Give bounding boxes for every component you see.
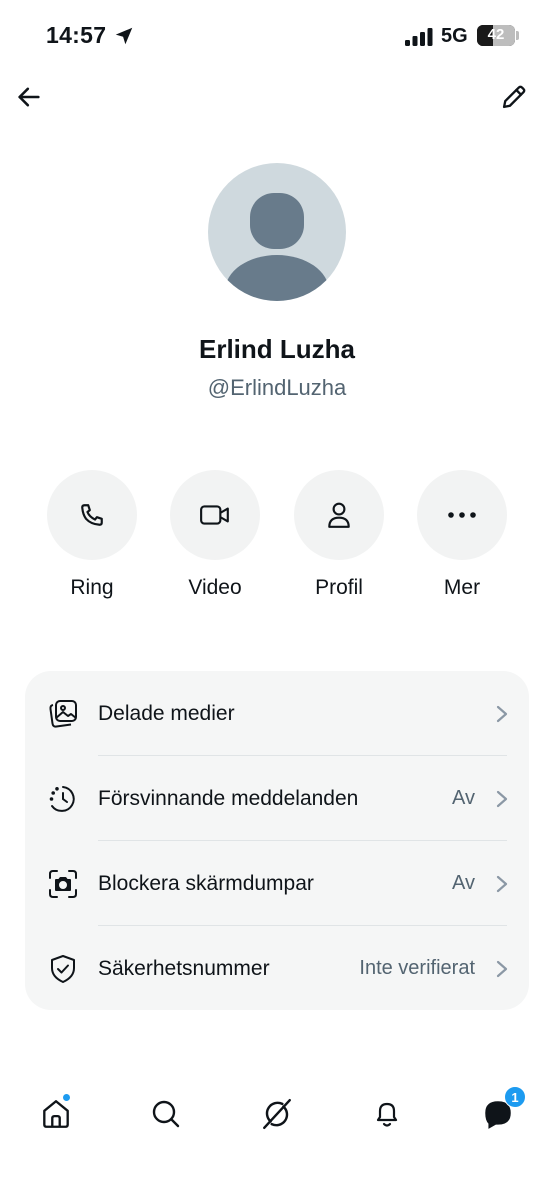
profile-handle: @ErlindLuzha — [207, 375, 347, 400]
settings-label-block-screenshots: Blockera skärmdumpar — [98, 872, 314, 895]
avatar[interactable] — [208, 163, 346, 301]
home-icon — [43, 1100, 69, 1128]
arrow-left-icon — [18, 87, 40, 107]
action-label-profile: Profil — [315, 576, 363, 599]
more-button[interactable] — [417, 470, 507, 560]
more-dots-icon — [448, 512, 476, 518]
settings-value-disappearing-messages: Av — [452, 787, 475, 809]
action-call[interactable]: Ring — [47, 470, 137, 599]
grok-icon — [263, 1098, 291, 1130]
location-arrow-icon — [115, 27, 133, 45]
battery-level-text: 42 — [487, 26, 505, 43]
back-button[interactable] — [12, 80, 46, 114]
status-time: 14:57 — [46, 22, 107, 48]
settings-label-disappearing-messages: Försvinnande meddelanden — [98, 787, 359, 810]
disappearing-timer-icon — [49, 786, 75, 812]
action-more[interactable]: Mer — [417, 470, 507, 599]
battery-indicator: 42 — [477, 25, 515, 46]
signal-bars-icon — [405, 28, 433, 46]
settings-value-safety-number: Inte verifierat — [359, 957, 475, 979]
bottom-tab-bar: 1 — [0, 1080, 554, 1150]
messages-badge: 1 — [504, 1086, 526, 1108]
video-button[interactable] — [170, 470, 260, 560]
settings-label-shared-media: Delade medier — [98, 702, 235, 725]
chevron-right-icon — [496, 790, 508, 808]
home-notification-dot — [62, 1093, 71, 1102]
call-button[interactable] — [47, 470, 137, 560]
bell-icon — [376, 1102, 398, 1127]
screenshot-camera-icon — [49, 870, 77, 898]
profile-button[interactable] — [294, 470, 384, 560]
action-label-call: Ring — [70, 576, 114, 599]
search-icon — [152, 1100, 180, 1128]
profile-name: Erlind Luzha — [199, 334, 355, 364]
action-label-video: Video — [188, 576, 242, 599]
action-video[interactable]: Video — [170, 470, 260, 599]
chevron-right-icon — [496, 875, 508, 893]
settings-row-safety-number[interactable]: Säkerhetsnummer Inte verifierat — [25, 926, 529, 1011]
edit-button[interactable] — [497, 80, 531, 114]
settings-row-block-screenshots[interactable]: Blockera skärmdumpar Av — [25, 841, 529, 926]
settings-row-disappearing-messages[interactable]: Försvinnande meddelanden Av — [25, 756, 529, 841]
tab-grok[interactable] — [257, 1094, 297, 1134]
tab-notifications[interactable] — [367, 1094, 407, 1134]
person-icon — [328, 502, 350, 528]
shared-media-icon — [49, 700, 77, 728]
status-bar: 14:57 5G 42 — [0, 0, 554, 74]
network-type: 5G — [441, 25, 468, 47]
video-camera-icon — [200, 505, 229, 525]
pencil-icon — [502, 85, 526, 109]
tab-home[interactable] — [36, 1093, 76, 1134]
default-avatar-icon — [225, 193, 329, 301]
chevron-right-icon — [496, 705, 508, 723]
conversation-settings-card: Delade medier Försvinnande meddelanden A… — [25, 671, 529, 1010]
tab-messages[interactable]: 1 — [478, 1086, 526, 1134]
settings-value-block-screenshots: Av — [452, 872, 475, 894]
action-label-more: Mer — [443, 576, 481, 599]
action-profile[interactable]: Profil — [294, 470, 384, 599]
battery-cap — [516, 31, 519, 40]
settings-label-safety-number: Säkerhetsnummer — [98, 957, 270, 980]
phone-icon — [81, 504, 103, 526]
settings-row-shared-media[interactable]: Delade medier — [25, 671, 529, 756]
chevron-right-icon — [496, 960, 508, 978]
shield-check-icon — [51, 955, 75, 983]
tab-search[interactable] — [146, 1094, 186, 1134]
